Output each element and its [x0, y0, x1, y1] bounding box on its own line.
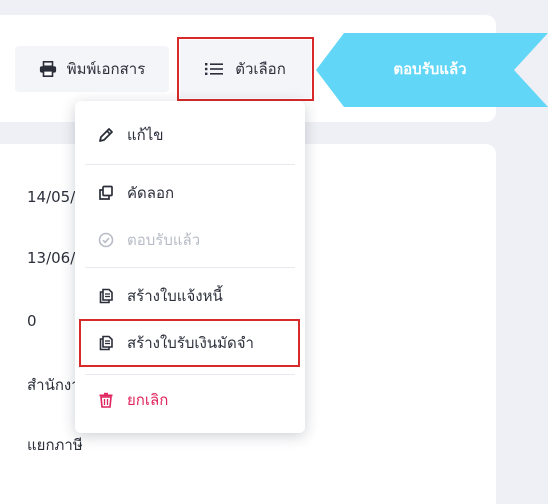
menu-item-cancel-label: ยกเลิก [127, 391, 169, 409]
status-label: ตอบรับแล้ว [393, 60, 467, 78]
print-document-label: พิมพ์เอกสาร [66, 60, 146, 78]
options-button[interactable]: ตัวเลือก [180, 40, 311, 98]
menu-item-create-deposit-receipt[interactable]: สร้างใบรับเงินมัดจำ [75, 325, 305, 361]
list-icon [205, 60, 224, 78]
menu-divider [85, 267, 295, 268]
menu-item-create-deposit-receipt-label: สร้างใบรับเงินมัดจำ [127, 334, 254, 352]
pencil-icon [97, 126, 115, 144]
menu-item-edit-label: แก้ไข [127, 126, 164, 144]
menu-item-copy[interactable]: คัดลอก [75, 175, 305, 211]
menu-divider [85, 164, 295, 165]
trash-icon [97, 391, 115, 409]
branch-value: สำนักงา [27, 376, 80, 394]
reference-value: 0 [27, 312, 37, 330]
due-date-value: 13/06/ [27, 249, 76, 267]
tax-type-value: แยกภาษี [27, 436, 83, 454]
options-label: ตัวเลือก [235, 60, 286, 78]
check-circle-icon [97, 231, 115, 249]
menu-divider [85, 374, 295, 375]
copy-icon [97, 184, 115, 202]
menu-item-copy-label: คัดลอก [127, 184, 175, 202]
issue-date-value: 14/05/ [27, 188, 76, 206]
document-icon [97, 287, 115, 305]
menu-item-cancel[interactable]: ยกเลิก [75, 382, 305, 418]
document-icon [97, 334, 115, 352]
menu-item-accepted-label: ตอบรับแล้ว [127, 231, 201, 249]
menu-item-edit[interactable]: แก้ไข [75, 117, 305, 153]
menu-item-create-invoice-label: สร้างใบแจ้งหนี้ [127, 287, 223, 305]
options-dropdown-menu: แก้ไข คัดลอก ตอบรับแล้ว สร้างใบแจ้งหนี้ … [75, 101, 305, 433]
menu-item-accepted: ตอบรับแล้ว [75, 222, 305, 258]
printer-icon [39, 60, 57, 78]
print-document-button[interactable]: พิมพ์เอกสาร [15, 46, 169, 92]
menu-item-create-invoice[interactable]: สร้างใบแจ้งหนี้ [75, 278, 305, 314]
